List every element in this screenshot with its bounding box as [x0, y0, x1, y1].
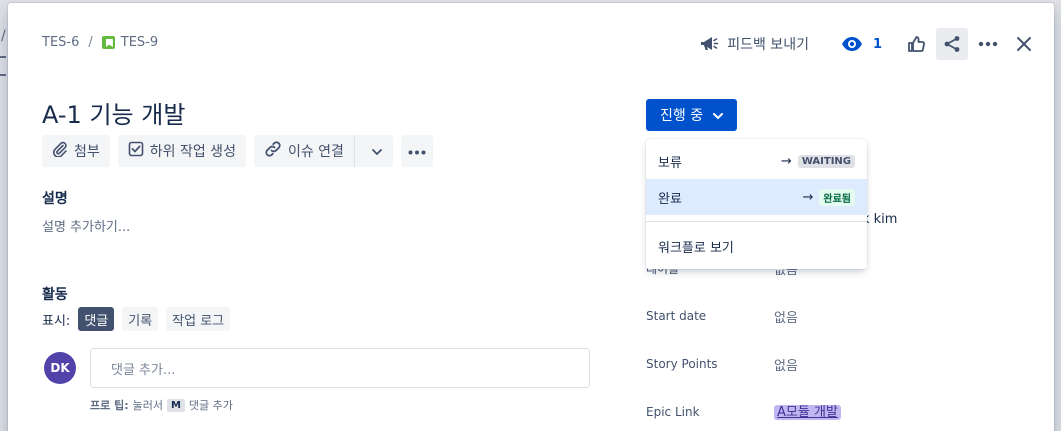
protip-suffix: 댓글 추가 [188, 399, 233, 412]
attach-button[interactable]: 첨부 [42, 135, 110, 167]
background-text: / [1, 28, 6, 44]
transition-label: 보류 [658, 155, 682, 171]
thumbs-up-icon [907, 35, 925, 53]
more-icon [978, 41, 998, 47]
status-lozenge: WAITING [797, 154, 855, 168]
story-points-label: Story Points [646, 357, 718, 371]
view-workflow-item[interactable]: 워크플로 보기 [646, 228, 867, 264]
close-icon [1016, 36, 1032, 52]
issue-toolbar: 피드백 보내기 1 [693, 28, 1040, 60]
link-icon [264, 140, 282, 162]
issue-title[interactable]: A-1 기능 개발 [42, 95, 185, 130]
background-line [0, 74, 6, 76]
filter-worklog[interactable]: 작업 로그 [166, 307, 231, 331]
breadcrumb: TES-6 / TES-9 [42, 35, 158, 50]
feedback-button[interactable]: 피드백 보내기 [693, 28, 815, 60]
description-heading: 설명 [42, 191, 68, 207]
story-points-value[interactable]: 없음 [774, 355, 798, 374]
arrow-right-icon: → [802, 189, 814, 205]
avatar: DK [44, 352, 76, 384]
watch-button[interactable]: 1 [833, 28, 890, 60]
link-issue-main[interactable]: 이슈 연결 [254, 135, 355, 167]
megaphone-icon [699, 35, 719, 53]
start-date-value[interactable]: 없음 [774, 307, 798, 326]
start-date-label: Start date [646, 309, 707, 323]
filter-history[interactable]: 기록 [122, 307, 159, 331]
eye-icon [841, 36, 863, 52]
transition-item-hold[interactable]: 보류 → WAITING [646, 143, 867, 179]
status-lozenge: 완료됨 [819, 188, 855, 206]
status-dropdown-button[interactable]: 진행 중 [646, 99, 738, 131]
comment-input[interactable]: 댓글 추가... [90, 348, 590, 388]
transition-item-done[interactable]: 완료 → 완료됨 [646, 179, 867, 215]
protip-text: 눌러서 [132, 399, 163, 412]
show-label: 표시: [42, 313, 71, 329]
close-button[interactable] [1008, 28, 1040, 60]
link-issue-label: 이슈 연결 [287, 144, 344, 160]
more-actions-button[interactable] [972, 28, 1004, 60]
link-issue-button: 이슈 연결 [253, 135, 393, 167]
breadcrumb-parent-link[interactable]: TES-6 [42, 35, 79, 50]
issue-actions: 첨부 하위 작업 생성 이슈 연결 [42, 135, 433, 167]
transition-label: 완료 [658, 191, 682, 207]
shortcut-key: M [166, 398, 185, 412]
story-icon [101, 36, 115, 49]
protip: 프로 팁: 눌러서 M 댓글 추가 [90, 397, 233, 413]
activity-filter: 표시: 댓글 기록 작업 로그 [42, 307, 231, 331]
share-button[interactable] [936, 28, 968, 60]
epic-link-label: Epic Link [646, 405, 700, 419]
arrow-right-icon: → [780, 153, 792, 169]
share-icon [943, 35, 961, 53]
epic-lozenge[interactable]: A모듈 개발 [774, 405, 841, 420]
like-button[interactable] [900, 28, 932, 60]
protip-prefix: 프로 팁: [90, 399, 129, 412]
activity-heading: 활동 [42, 287, 68, 303]
feedback-label: 피드백 보내기 [727, 37, 809, 53]
subtask-label: 하위 작업 생성 [149, 144, 236, 160]
breadcrumb-separator: / [88, 35, 93, 50]
status-label: 진행 중 [660, 108, 704, 124]
issue-modal: TES-6 / TES-9 피드백 보내기 1 A-1 기능 개발 첨부 하위 … [8, 3, 1054, 431]
description-placeholder[interactable]: 설명 추가하기... [42, 216, 130, 235]
chevron-down-icon [372, 143, 382, 159]
background-line [0, 56, 6, 58]
more-actions-button[interactable] [400, 135, 433, 167]
filter-comments[interactable]: 댓글 [78, 307, 115, 331]
more-icon [408, 143, 426, 159]
menu-divider [646, 221, 867, 222]
status-transition-menu: 보류 → WAITING 완료 → 완료됨 워크플로 보기 [646, 139, 867, 269]
paperclip-icon [52, 141, 68, 161]
attach-label: 첨부 [74, 144, 100, 160]
create-subtask-button[interactable]: 하위 작업 생성 [117, 135, 246, 167]
chevron-down-icon [713, 107, 724, 123]
link-issue-dropdown[interactable] [361, 135, 393, 167]
epic-link-value[interactable]: A모듈 개발 [774, 401, 841, 420]
watch-count: 1 [872, 36, 882, 52]
subtask-icon [128, 141, 144, 161]
breadcrumb-issue-link[interactable]: TES-9 [121, 35, 158, 50]
